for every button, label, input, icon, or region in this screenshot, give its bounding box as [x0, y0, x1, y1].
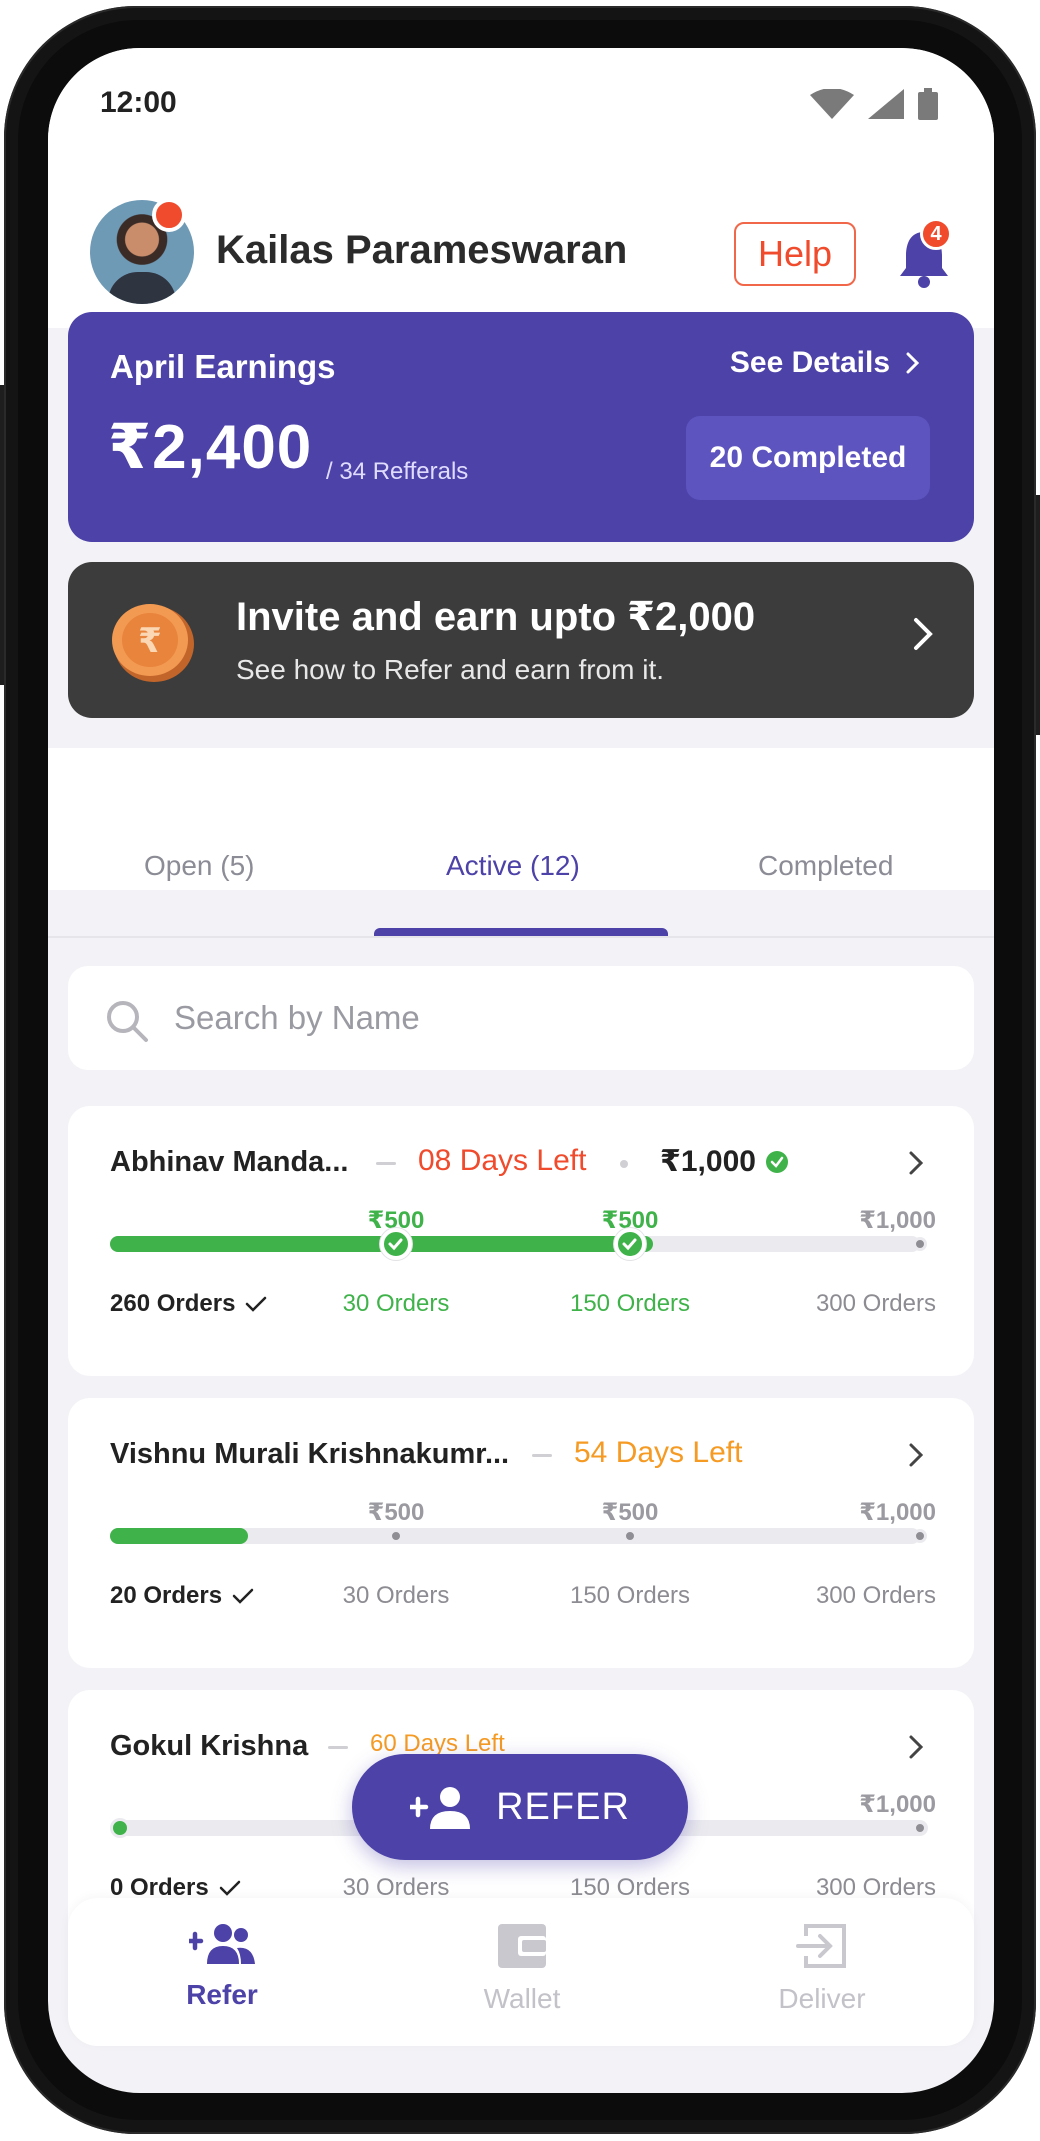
milestone-node-achieved — [380, 1228, 412, 1260]
milestone-node-start — [110, 1818, 130, 1838]
wallet-icon — [498, 1924, 546, 1968]
see-details-link[interactable]: See Details — [730, 346, 920, 380]
refer-button[interactable]: REFER — [352, 1754, 688, 1860]
orders-completed-label: 260 Orders — [110, 1290, 236, 1317]
milestone-amount: ₹500 — [367, 1499, 425, 1526]
earnings-card: April Earnings See Details ₹2,400 / 34 R… — [68, 312, 974, 542]
earnings-amount: ₹2,400 — [108, 413, 313, 482]
orders-completed: 20 Orders — [110, 1582, 254, 1610]
chevron-right-icon[interactable] — [908, 1734, 924, 1760]
search-bar — [68, 966, 974, 1070]
nav-deliver-label: Deliver — [778, 1983, 866, 2014]
invite-banner[interactable]: ₹ Invite and earn upto ₹2,000 See how to… — [68, 562, 974, 718]
milestone-amount: ₹1,000 — [859, 1499, 936, 1526]
milestone-node — [913, 1529, 927, 1543]
milestone-orders: 150 Orders — [569, 1582, 691, 1609]
tab-completed[interactable]: Completed — [758, 850, 893, 882]
milestone-node — [913, 1237, 927, 1251]
nav-refer[interactable]: Refer — [122, 1922, 322, 2011]
milestone-node — [623, 1529, 637, 1543]
tabs-divider — [48, 936, 994, 938]
referral-name: Gokul Krishna — [110, 1730, 309, 1762]
milestone-amount: ₹1,000 — [859, 1791, 936, 1818]
separator-dash — [328, 1746, 348, 1749]
days-left: 54 Days Left — [574, 1436, 743, 1469]
user-name: Kailas Parameswaran — [216, 228, 628, 272]
nav-wallet-label: Wallet — [483, 1983, 561, 2014]
progress-track — [110, 1528, 920, 1544]
milestone-node — [389, 1529, 403, 1543]
search-icon — [107, 1001, 148, 1042]
tab-active[interactable]: Active (12) — [446, 850, 580, 882]
earnings-referrals: / 34 Refferals — [326, 458, 469, 485]
bottom-navigation: Refer Wallet Deliver — [68, 1898, 974, 2046]
milestone-amount: ₹1,000 — [859, 1207, 936, 1234]
milestone-progress: ₹500 ₹500 ₹1,000 260 Orders 30 Orders 15… — [110, 1206, 936, 1336]
see-details-label: See Details — [729, 346, 890, 379]
progress-fill — [110, 1528, 248, 1544]
progress-track — [110, 1236, 920, 1252]
earnings-title: April Earnings — [110, 348, 336, 385]
check-icon — [622, 1238, 637, 1251]
milestone-orders: 300 Orders — [815, 1582, 936, 1609]
rupee-coin-icon: ₹ — [112, 604, 194, 682]
separator-dash — [532, 1454, 552, 1457]
verified-check-icon — [765, 1150, 788, 1173]
milestone-node — [913, 1821, 927, 1835]
chevron-right-icon — [914, 618, 933, 650]
chevron-right-icon[interactable] — [908, 1442, 924, 1468]
orders-completed-label: 20 Orders — [110, 1582, 223, 1609]
refer-people-icon — [186, 1924, 255, 1964]
separator-dash — [376, 1162, 396, 1165]
check-icon — [246, 1296, 267, 1312]
payout-value: ₹1,000 — [660, 1145, 756, 1178]
notification-badge: 4 — [920, 218, 952, 250]
check-icon — [388, 1238, 403, 1251]
nav-deliver[interactable]: Deliver — [722, 1922, 922, 2015]
milestone-orders: 300 Orders — [815, 1290, 936, 1317]
separator-dot — [620, 1160, 628, 1168]
milestone-orders: 150 Orders — [569, 1290, 691, 1317]
milestone-node-achieved — [614, 1228, 646, 1260]
help-button[interactable]: Help — [734, 222, 856, 286]
milestone-orders: 30 Orders — [342, 1582, 450, 1609]
check-icon — [219, 1880, 240, 1896]
nav-wallet[interactable]: Wallet — [422, 1922, 622, 2015]
app-screen: 12:00 Kailas Parameswaran Help 4 April E… — [48, 48, 994, 2093]
tab-open[interactable]: Open (5) — [144, 850, 255, 882]
milestone-amount: ₹500 — [601, 1499, 659, 1526]
online-status-dot — [152, 198, 186, 232]
referral-tabs: Open (5) Active (12) Completed — [48, 748, 994, 938]
referral-name: Vishnu Murali Krishnakumr... — [110, 1438, 510, 1470]
check-icon — [232, 1588, 254, 1604]
add-person-icon — [410, 1787, 471, 1829]
nav-refer-label: Refer — [186, 1979, 258, 2010]
completed-count-badge[interactable]: 20 Completed — [686, 416, 930, 500]
invite-subtitle: See how to Refer and earn from it. — [236, 654, 664, 685]
milestone-orders: 30 Orders — [342, 1290, 450, 1317]
svg-text:₹: ₹ — [138, 621, 162, 661]
search-input[interactable] — [174, 988, 934, 1048]
referral-card[interactable]: Abhinav Manda... 08 Days Left ₹1,000 ₹50… — [68, 1106, 974, 1376]
deliver-icon — [796, 1924, 846, 1968]
chevron-right-icon[interactable] — [908, 1150, 924, 1176]
milestone-progress: ₹500 ₹500 ₹1,000 20 Orders 30 Orders 150… — [110, 1498, 936, 1628]
orders-completed: 260 Orders — [110, 1290, 267, 1318]
chevron-right-icon — [906, 352, 920, 374]
payout-amount: ₹1,000 — [660, 1144, 788, 1179]
invite-title: Invite and earn upto ₹2,000 — [236, 595, 756, 639]
days-left: 08 Days Left — [418, 1144, 587, 1177]
avatar-shirt — [108, 272, 176, 304]
refer-button-label: REFER — [496, 1785, 630, 1828]
referral-name: Abhinav Manda... — [110, 1146, 349, 1178]
profile-header: Kailas Parameswaran Help 4 — [48, 148, 994, 328]
referral-card[interactable]: Vishnu Murali Krishnakumr... 54 Days Lef… — [68, 1398, 974, 1668]
